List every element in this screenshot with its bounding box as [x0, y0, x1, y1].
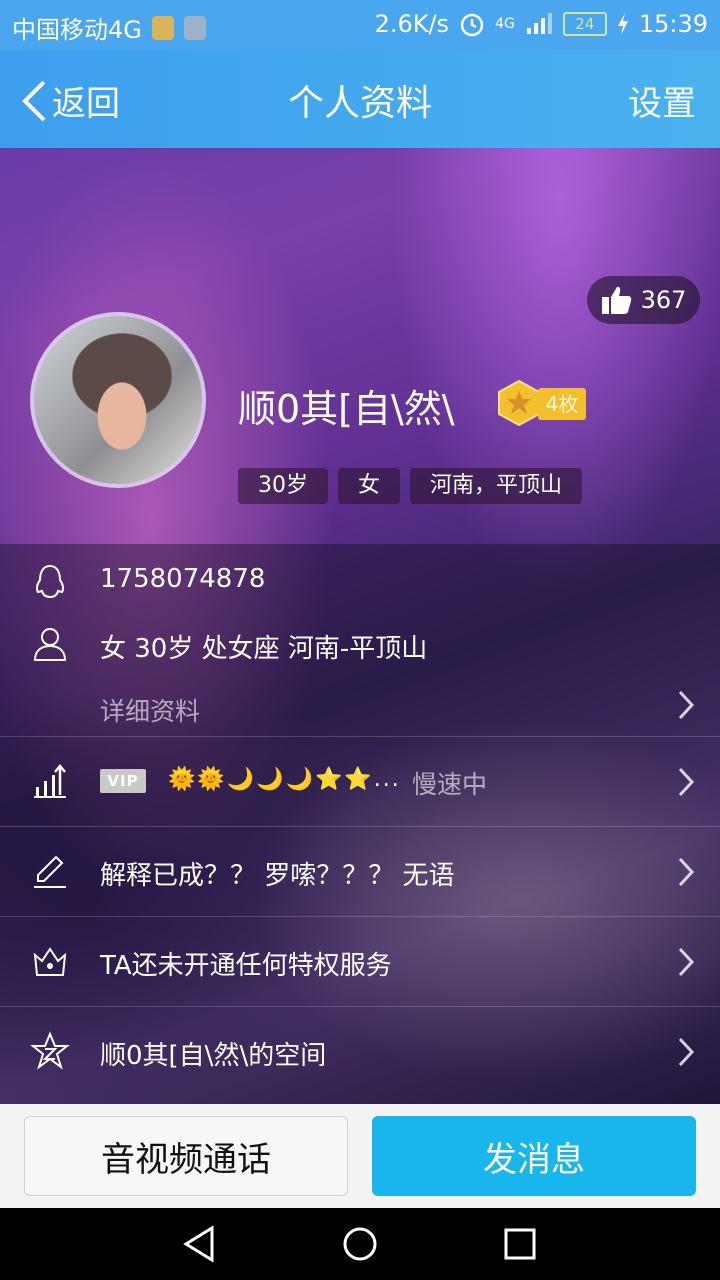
navigation-bar — [0, 1208, 720, 1280]
action-bar: 音视频通话 发消息 — [0, 1104, 720, 1208]
home-circle-icon[interactable] — [340, 1224, 380, 1264]
title-bar: 返回 个人资料 设置 — [0, 50, 720, 148]
alarm-icon — [460, 13, 484, 37]
network-type: 4G — [495, 16, 515, 32]
pencil-icon — [34, 855, 66, 888]
carrier-label: 中国移动4G — [12, 16, 142, 44]
person-icon — [33, 628, 67, 661]
video-call-button[interactable]: 音视频通话 — [24, 1116, 348, 1196]
level-icons: 🌞🌞🌙🌙🌙⭐⭐... — [168, 767, 401, 792]
chevron-left-icon — [22, 80, 46, 121]
chevron-right-icon — [678, 947, 695, 977]
privilege-text: TA还未开通任何特权服务 — [100, 951, 392, 981]
detail-info-label: 详细资料 — [100, 697, 201, 726]
chevron-right-icon — [678, 1037, 695, 1067]
gender-tag: 女 — [338, 468, 401, 504]
thumbs-up-icon — [601, 286, 631, 314]
battery-indicator: 24 — [562, 12, 607, 36]
qq-number-row: 1758074878 — [0, 556, 720, 606]
chevron-right-icon — [678, 767, 695, 797]
privilege-row[interactable]: TA还未开通任何特权服务 — [0, 917, 720, 1006]
back-triangle-icon[interactable] — [180, 1224, 220, 1264]
detail-info-row[interactable]: 详细资料 — [0, 684, 720, 736]
chevron-right-icon — [678, 857, 695, 887]
signal-icon — [526, 13, 552, 34]
net-speed: 2.6K/s — [374, 10, 450, 38]
location-tag: 河南，平顶山 — [410, 468, 583, 504]
info-panel: 1758074878 女 30岁 处女座 河南-平顶山 详细资料 VIP 🌞🌞🌙… — [0, 544, 720, 1104]
avatar[interactable] — [30, 312, 206, 488]
medal-count: 4枚 — [538, 388, 586, 420]
speed-status: 慢速中 — [412, 770, 488, 799]
charging-icon — [617, 13, 628, 35]
basic-info: 女 30岁 处女座 河南-平顶山 — [100, 634, 428, 664]
notification-app-icon — [151, 15, 174, 40]
profile-tags: 30岁 女 河南，平顶山 — [238, 468, 583, 504]
basic-info-row: 女 30岁 处女座 河南-平顶山 — [0, 620, 720, 670]
space-row[interactable]: 顺0其[自\然\的空间 — [0, 1007, 720, 1096]
crown-icon — [33, 947, 67, 976]
settings-button[interactable]: 设置 — [628, 76, 696, 125]
level-chart-icon — [34, 764, 66, 798]
notification-image-icon — [183, 15, 206, 40]
vip-badge: VIP — [100, 769, 146, 793]
star-z-icon — [30, 1031, 70, 1070]
nickname: 顺0其[自\然\ — [238, 387, 455, 431]
status-bar: 中国移动4G 2.6K/s 4G 24 15:39 — [0, 0, 720, 50]
age-tag: 30岁 — [238, 468, 328, 504]
back-button[interactable]: 返回 — [20, 76, 120, 125]
like-count: 367 — [640, 286, 687, 314]
clock: 15:39 — [638, 10, 708, 38]
like-button[interactable]: 367 — [587, 276, 700, 324]
medal-icon[interactable] — [496, 380, 542, 426]
space-text: 顺0其[自\然\的空间 — [100, 1041, 327, 1071]
send-message-button[interactable]: 发消息 — [372, 1116, 696, 1196]
signature-text: 解释已成？？ 罗嗦？？？ 无语 — [100, 861, 455, 891]
penguin-icon — [35, 564, 65, 599]
chevron-right-icon — [678, 690, 695, 720]
signature-row[interactable]: 解释已成？？ 罗嗦？？？ 无语 — [0, 827, 720, 916]
vip-row[interactable]: VIP 🌞🌞🌙🌙🌙⭐⭐... 慢速中 — [0, 737, 720, 826]
qq-number: 1758074878 — [100, 564, 266, 594]
recents-square-icon[interactable] — [500, 1224, 540, 1264]
back-label: 返回 — [52, 84, 120, 124]
